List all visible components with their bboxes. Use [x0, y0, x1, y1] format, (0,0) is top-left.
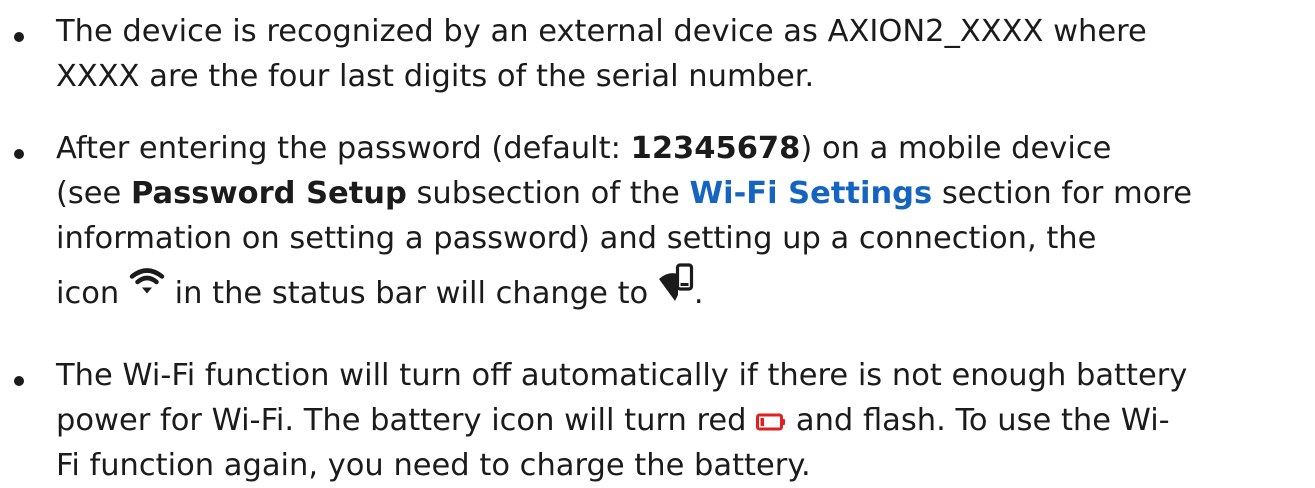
wifi-phone-connected-icon [658, 263, 694, 305]
default-password: 12345678 [630, 131, 801, 166]
text-run: (see [56, 176, 132, 211]
list-item: After entering the password (default: 12… [14, 126, 1192, 311]
text-line: icon in the status bar will change to . [56, 261, 1192, 311]
text-run: . [693, 276, 704, 311]
list-item: The device is recognized by an external … [14, 9, 1147, 99]
text-run: and flash. To use the Wi- [786, 403, 1170, 438]
bullet-dot [14, 32, 24, 42]
text-line: XXXX are the four last digits of the ser… [56, 59, 815, 94]
text-run: icon [56, 276, 129, 311]
text-run: After entering the password (default: [56, 131, 631, 166]
bullet-dot [14, 376, 24, 386]
wifi-settings-link[interactable]: Wi-Fi Settings [690, 176, 933, 211]
text-line: The device is recognized by an external … [56, 14, 1147, 49]
list-item: The Wi-Fi function will turn off automat… [14, 353, 1187, 488]
text-run: in the status bar will change to [164, 276, 658, 311]
text-line: (see Password Setup subsection of the Wi… [56, 171, 1192, 216]
password-setup-ref: Password Setup [131, 176, 407, 211]
text-line: power for Wi-Fi. The battery icon will t… [56, 398, 1187, 443]
text-run: power for Wi-Fi. The battery icon will t… [56, 403, 757, 438]
text-run: section for more [932, 176, 1193, 211]
wifi-icon [129, 267, 165, 297]
text-run: ) on a mobile device [800, 131, 1112, 166]
text-line: After entering the password (default: 12… [56, 126, 1192, 171]
battery-low-icon [756, 413, 786, 431]
text-line: The Wi-Fi function will turn off automat… [56, 358, 1188, 393]
text-run: subsection of the [406, 176, 690, 211]
text-line: Fi function again, you need to charge th… [56, 448, 811, 483]
bullet-dot [14, 149, 24, 159]
text-line: information on setting a password) and s… [56, 221, 1097, 256]
